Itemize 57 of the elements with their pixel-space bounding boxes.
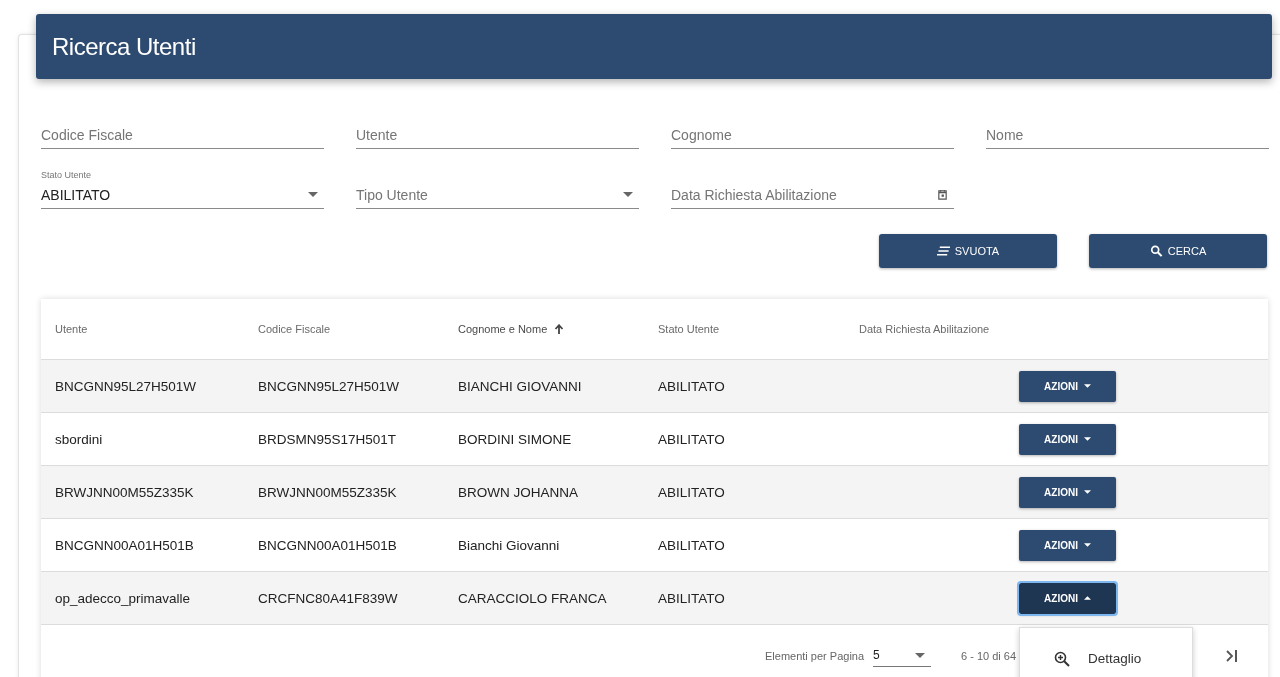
caret-icon [1083,437,1091,441]
table-cell: ABILITATO [658,537,725,553]
actions-button[interactable]: AZIONI [1019,582,1116,614]
table-cell: BNCGNN00A01H501B [258,537,397,553]
table-cell: BRDSMN95S17H501T [258,431,397,447]
table-cell: ABILITATO [658,431,725,447]
actions-button[interactable]: AZIONI [1019,529,1116,561]
zoom-in-icon [1054,650,1070,667]
input-field[interactable]: Cognome [671,113,954,149]
lines-icon [936,245,950,257]
column-header[interactable]: Stato Utente [658,323,720,335]
table-cell: BORDINI SIMONE [458,431,572,447]
caret-icon [1083,490,1091,494]
page-range: 6 - 10 di 64 [961,649,1017,662]
input-field[interactable]: Nome [986,113,1269,149]
caret-icon [308,192,318,197]
page-size-select[interactable]: 5 [873,644,932,667]
table-cell: BIANCHI GIOVANNI [458,378,582,394]
caret-icon [1083,543,1091,547]
actions-button[interactable]: AZIONI [1019,370,1116,402]
input-field[interactable]: Utente [356,113,639,149]
table-cell: op_adecco_primavalle [55,590,191,606]
column-header[interactable]: Data Richiesta Abilitazione [859,323,990,335]
table-cell: CARACCIOLO FRANCA [458,590,607,606]
caret-icon [1083,596,1091,600]
page-title: Ricerca Utenti [52,32,196,61]
table-cell: BRWJNN00M55Z335K [258,484,397,500]
table-cell: BROWN JOHANNA [458,484,578,500]
last-page-icon[interactable] [1226,648,1239,663]
calendar-icon [937,189,948,200]
table-cell: BNCGNN00A01H501B [55,537,194,553]
select-field[interactable]: Stato Utente ABILITATO [41,173,324,209]
table-cell: ABILITATO [658,590,725,606]
input-field[interactable]: Codice Fiscale [41,113,324,149]
select-field[interactable]: Tipo Utente [356,173,639,209]
caret-icon [623,192,633,197]
table-cell: ABILITATO [658,484,725,500]
date-field[interactable]: Data Richiesta Abilitazione [671,173,954,209]
column-header[interactable]: Cognome e Nome [458,323,548,335]
table-cell: CRCFNC80A41F839W [258,590,398,606]
table-cell: sbordini [55,431,103,447]
caret-icon [1083,384,1091,388]
column-header[interactable]: Codice Fiscale [258,323,331,335]
clear-button[interactable]: SVUOTA [879,234,1057,268]
page-size-label: Elementi per Pagina [765,649,865,662]
column-header[interactable]: Utente [55,323,88,335]
search-icon [1149,245,1163,257]
table-cell: ABILITATO [658,378,725,394]
actions-button[interactable]: AZIONI [1019,423,1116,455]
table-cell: BNCGNN95L27H501W [258,378,400,394]
table-cell: Bianchi Giovanni [458,537,560,553]
table-cell: BNCGNN95L27H501W [55,378,197,394]
search-button[interactable]: CERCA [1089,234,1267,268]
menu-item[interactable]: Dettaglio [1020,638,1192,677]
caret-icon [915,652,926,658]
actions-button[interactable]: AZIONI [1019,476,1116,508]
table-cell: BRWJNN00M55Z335K [55,484,194,500]
